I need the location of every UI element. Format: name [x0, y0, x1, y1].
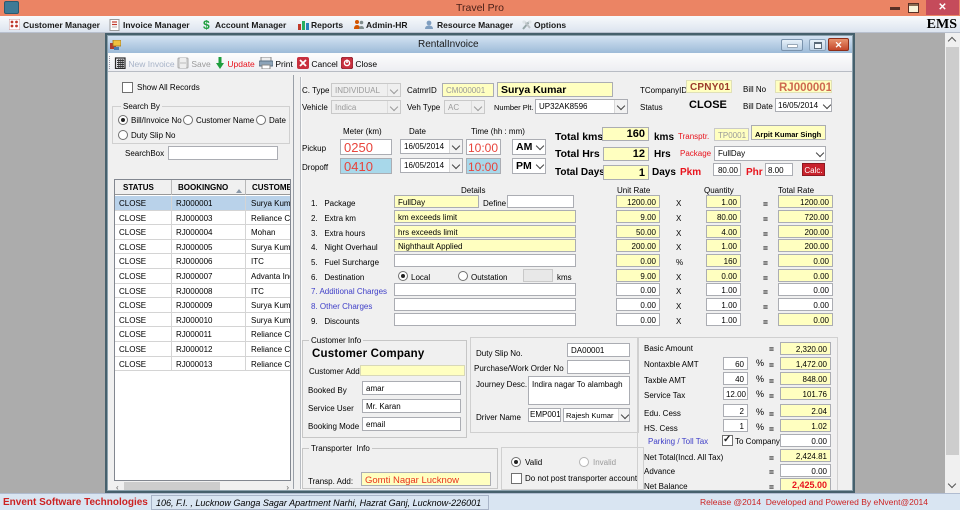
svg-text:$: $ — [203, 19, 210, 31]
